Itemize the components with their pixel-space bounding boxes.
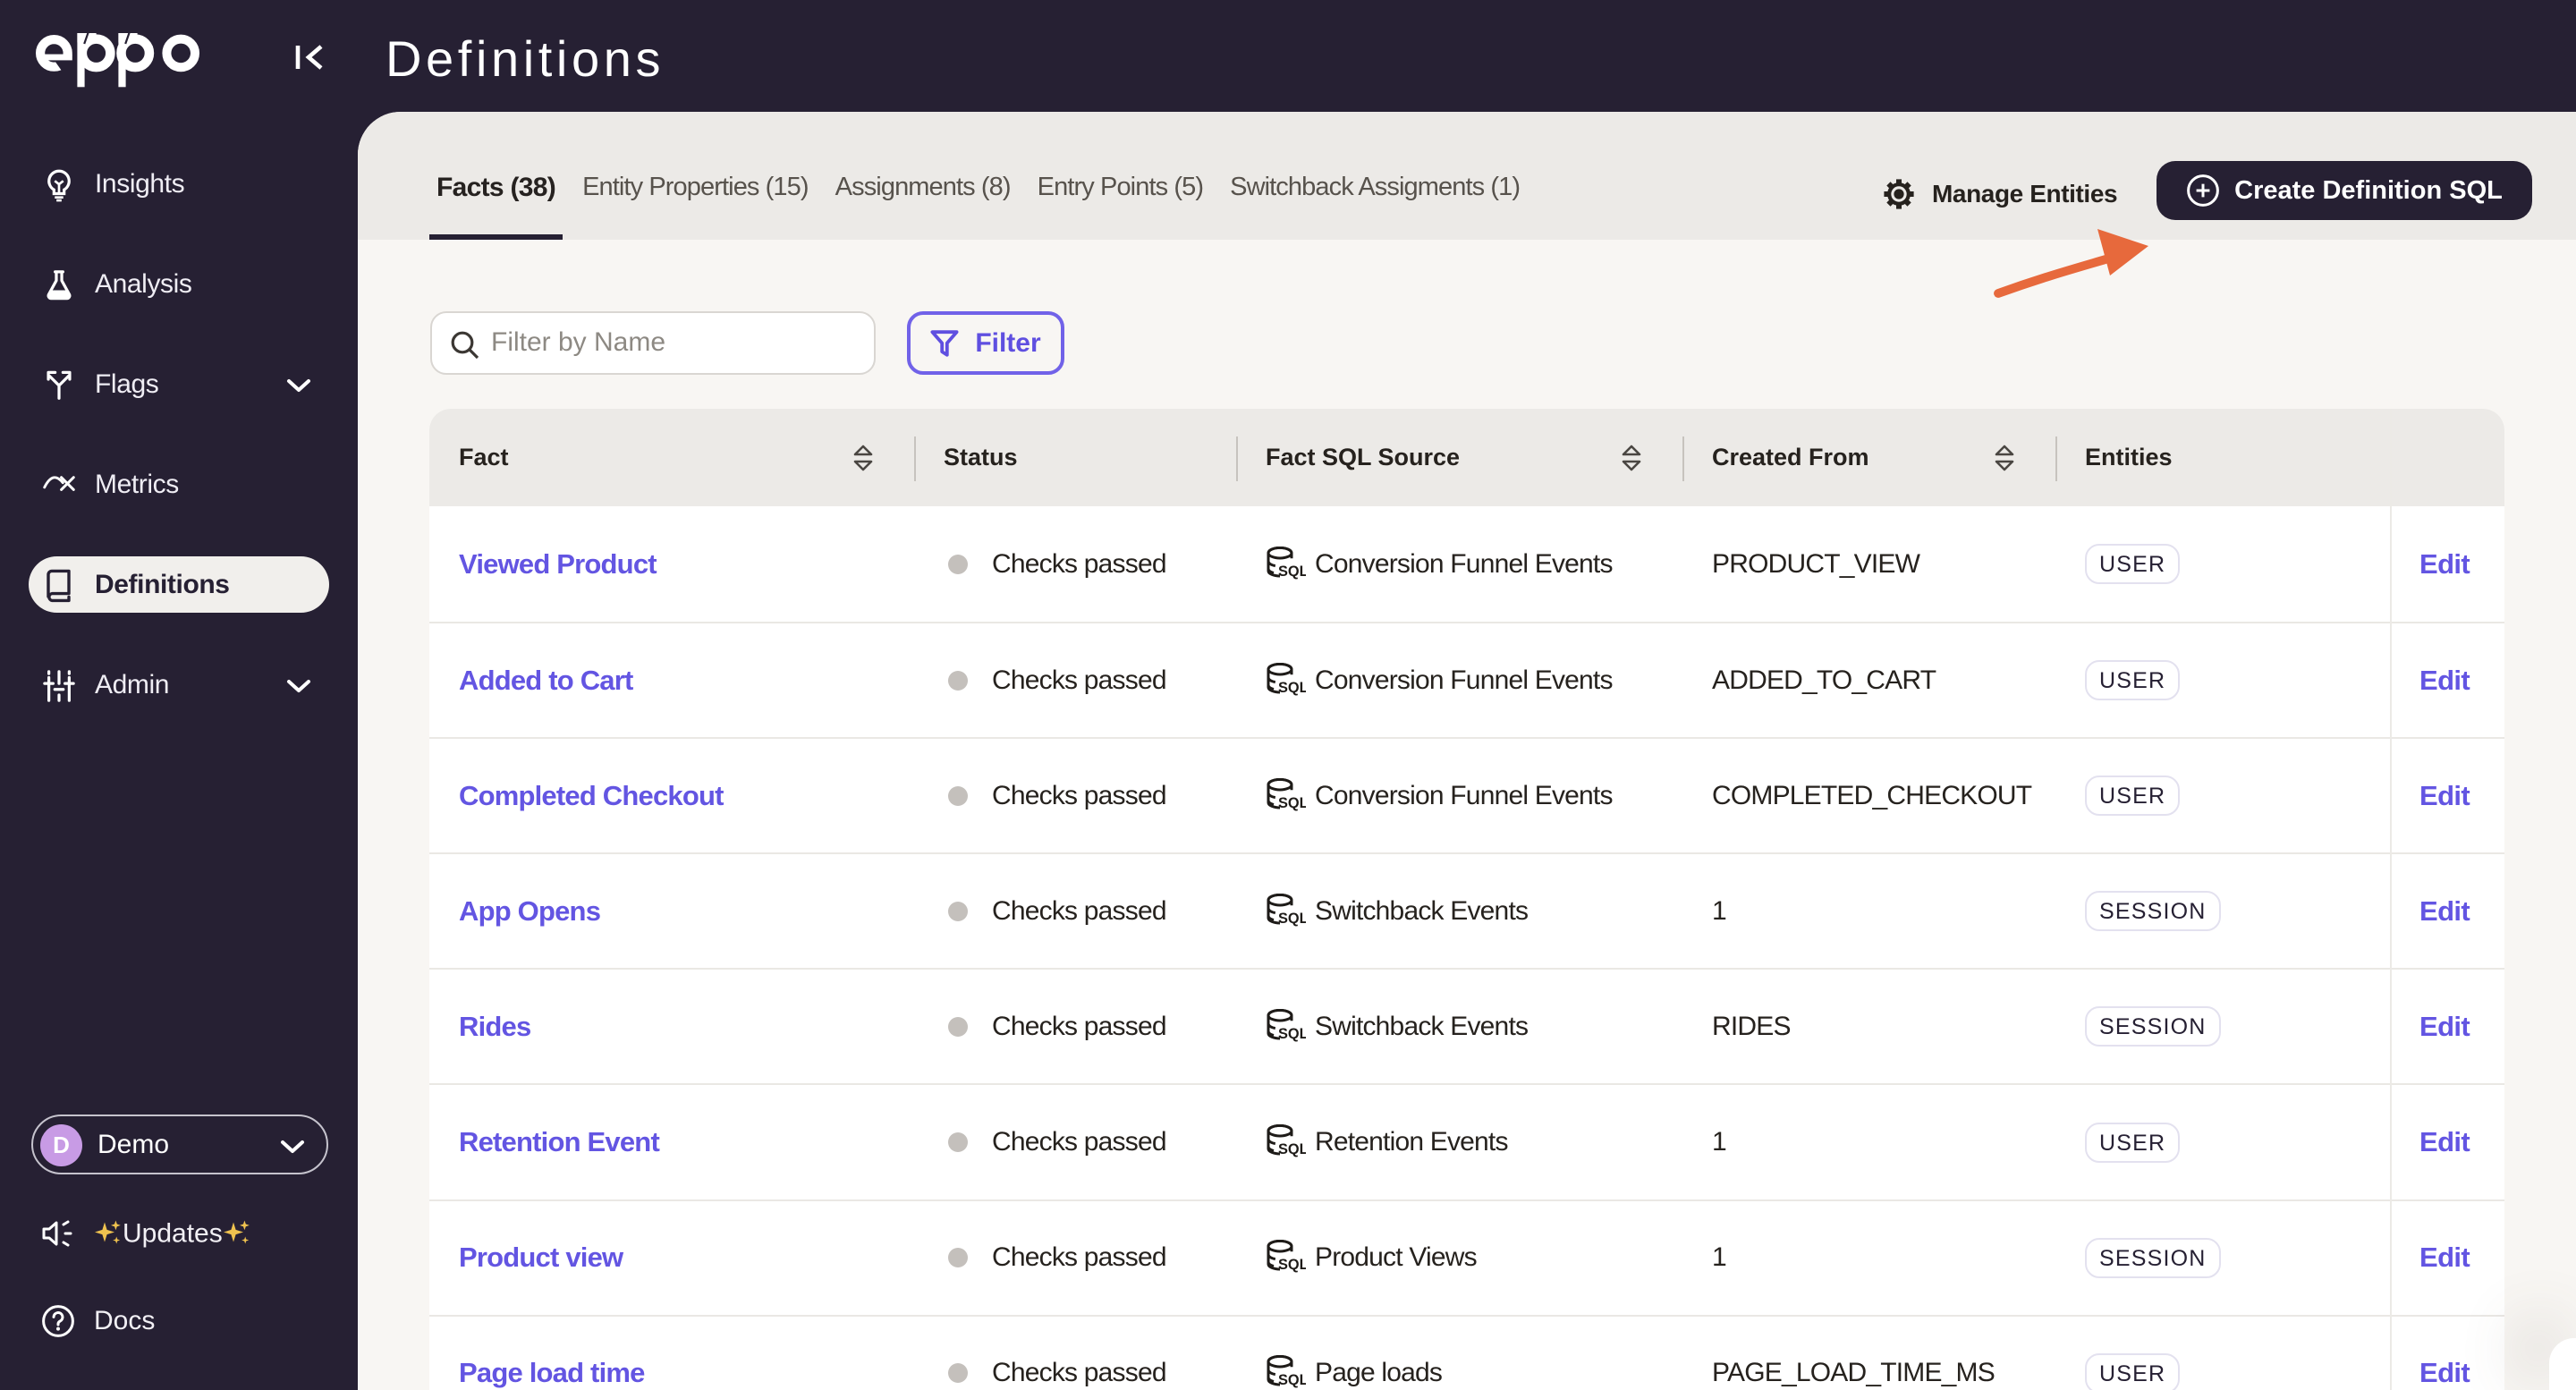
svg-text:SQL: SQL [1278, 1141, 1306, 1157]
svg-text:SQL: SQL [1278, 911, 1306, 927]
svg-text:SQL: SQL [1278, 1372, 1306, 1388]
svg-text:SQL: SQL [1278, 1257, 1306, 1273]
svg-text:SQL: SQL [1278, 795, 1306, 811]
svg-text:SQL: SQL [1278, 564, 1306, 580]
svg-text:SQL: SQL [1278, 680, 1306, 696]
svg-text:SQL: SQL [1278, 1026, 1306, 1042]
